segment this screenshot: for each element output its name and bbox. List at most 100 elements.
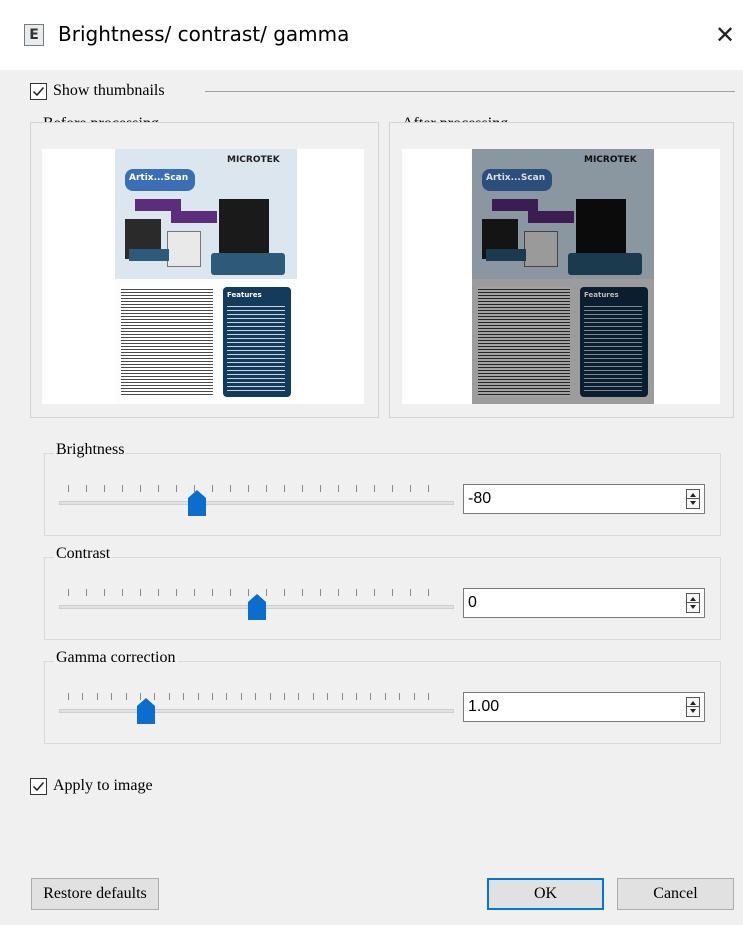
- gamma-slider-track[interactable]: [59, 709, 454, 713]
- contrast-tick: [374, 589, 375, 596]
- spin-arrows-icon[interactable]: [686, 697, 700, 717]
- contrast-tick: [158, 589, 159, 596]
- brightness-tick: [230, 485, 231, 492]
- gamma-tick: [270, 693, 271, 700]
- contrast-tick: [68, 589, 69, 596]
- gamma-tick: [428, 693, 429, 700]
- title-bar: E Brightness/ contrast/ gamma ✕: [0, 0, 743, 70]
- gamma-tick: [327, 693, 328, 700]
- gamma-value[interactable]: 1.00: [468, 698, 499, 716]
- show-thumbnails-checkbox[interactable]: [30, 83, 47, 100]
- brightness-tick: [86, 485, 87, 492]
- restore-defaults-button[interactable]: Restore defaults: [31, 878, 159, 910]
- spin-arrows-icon[interactable]: [686, 593, 700, 613]
- gamma-tick: [183, 693, 184, 700]
- contrast-tick: [302, 589, 303, 596]
- brightness-tick: [68, 485, 69, 492]
- contrast-tick: [320, 589, 321, 596]
- brightness-tick: [212, 485, 213, 492]
- before-preview-frame: MICROTEK Artix...Scan Features: [30, 122, 379, 418]
- window-title: Brightness/ contrast/ gamma: [58, 22, 350, 46]
- gamma-value-spinbox[interactable]: 1.00: [463, 692, 705, 722]
- contrast-tick: [284, 589, 285, 596]
- gamma-tick: [414, 693, 415, 700]
- gamma-title: Gamma correction: [54, 649, 178, 667]
- after-thumbnail: MICROTEK Artix...Scan Features: [472, 149, 654, 404]
- contrast-tick: [122, 589, 123, 596]
- after-features: Features: [584, 291, 619, 299]
- gamma-tick: [226, 693, 227, 700]
- contrast-tick: [338, 589, 339, 596]
- contrast-value[interactable]: 0: [468, 594, 477, 612]
- brightness-value-spinbox[interactable]: -80: [463, 484, 705, 514]
- gamma-tick: [313, 693, 314, 700]
- close-icon[interactable]: ✕: [708, 18, 742, 52]
- brightness-tick: [266, 485, 267, 492]
- contrast-tick: [392, 589, 393, 596]
- gamma-tick: [370, 693, 371, 700]
- contrast-value-spinbox[interactable]: 0: [463, 588, 705, 618]
- contrast-tick: [140, 589, 141, 596]
- gamma-tick: [356, 693, 357, 700]
- gamma-slider-thumb[interactable]: [137, 698, 155, 724]
- show-thumbnails-label: Show thumbnails: [53, 82, 165, 99]
- gamma-tick: [198, 693, 199, 700]
- contrast-tick: [410, 589, 411, 596]
- gamma-tick: [212, 693, 213, 700]
- gamma-tick: [68, 693, 69, 700]
- brightness-slider-track[interactable]: [59, 501, 454, 505]
- after-brand: MICROTEK: [584, 155, 637, 165]
- contrast-tick: [266, 589, 267, 596]
- gamma-tick: [342, 693, 343, 700]
- app-icon: E: [24, 24, 44, 46]
- brightness-tick: [140, 485, 141, 492]
- brightness-slider-thumb[interactable]: [188, 490, 206, 516]
- brightness-tick: [248, 485, 249, 492]
- contrast-tick: [104, 589, 105, 596]
- gamma-tick: [126, 693, 127, 700]
- brightness-tick: [158, 485, 159, 492]
- after-product: Artix...Scan: [486, 173, 546, 183]
- before-thumbnail: MICROTEK Artix...Scan Features: [115, 149, 297, 404]
- brightness-tick: [392, 485, 393, 492]
- gamma-tick: [255, 693, 256, 700]
- before-brand: MICROTEK: [227, 155, 280, 165]
- before-preview-area: MICROTEK Artix...Scan Features: [42, 149, 364, 404]
- contrast-tick: [212, 589, 213, 596]
- brightness-tick: [122, 485, 123, 492]
- brightness-tick: [302, 485, 303, 492]
- brightness-tick: [320, 485, 321, 492]
- after-preview-frame: MICROTEK Artix...Scan Features: [389, 122, 734, 418]
- after-preview-area: MICROTEK Artix...Scan Features: [402, 149, 720, 404]
- contrast-tick: [176, 589, 177, 596]
- gamma-tick: [169, 693, 170, 700]
- gamma-tick: [111, 693, 112, 700]
- cancel-button[interactable]: Cancel: [617, 878, 734, 910]
- brightness-title: Brightness: [54, 441, 127, 459]
- brightness-tick: [428, 485, 429, 492]
- apply-to-image-checkbox[interactable]: [30, 778, 47, 795]
- spin-arrows-icon[interactable]: [686, 489, 700, 509]
- checkmark-icon: [32, 87, 45, 97]
- brightness-tick: [374, 485, 375, 492]
- brightness-tick: [176, 485, 177, 492]
- contrast-title: Contrast: [54, 545, 113, 563]
- contrast-tick: [230, 589, 231, 596]
- gamma-tick: [82, 693, 83, 700]
- contrast-slider-thumb[interactable]: [248, 594, 266, 620]
- gamma-tick: [284, 693, 285, 700]
- brightness-tick: [356, 485, 357, 492]
- checkmark-icon: [32, 782, 45, 792]
- before-product: Artix...Scan: [129, 173, 189, 183]
- contrast-tick: [86, 589, 87, 596]
- brightness-tick: [410, 485, 411, 492]
- section-divider: [205, 91, 735, 92]
- brightness-value[interactable]: -80: [468, 490, 491, 508]
- contrast-tick: [428, 589, 429, 596]
- gamma-tick: [97, 693, 98, 700]
- gamma-tick: [385, 693, 386, 700]
- contrast-tick: [194, 589, 195, 596]
- gamma-tick: [298, 693, 299, 700]
- apply-to-image-label: Apply to image: [53, 777, 153, 794]
- ok-button[interactable]: OK: [487, 878, 604, 910]
